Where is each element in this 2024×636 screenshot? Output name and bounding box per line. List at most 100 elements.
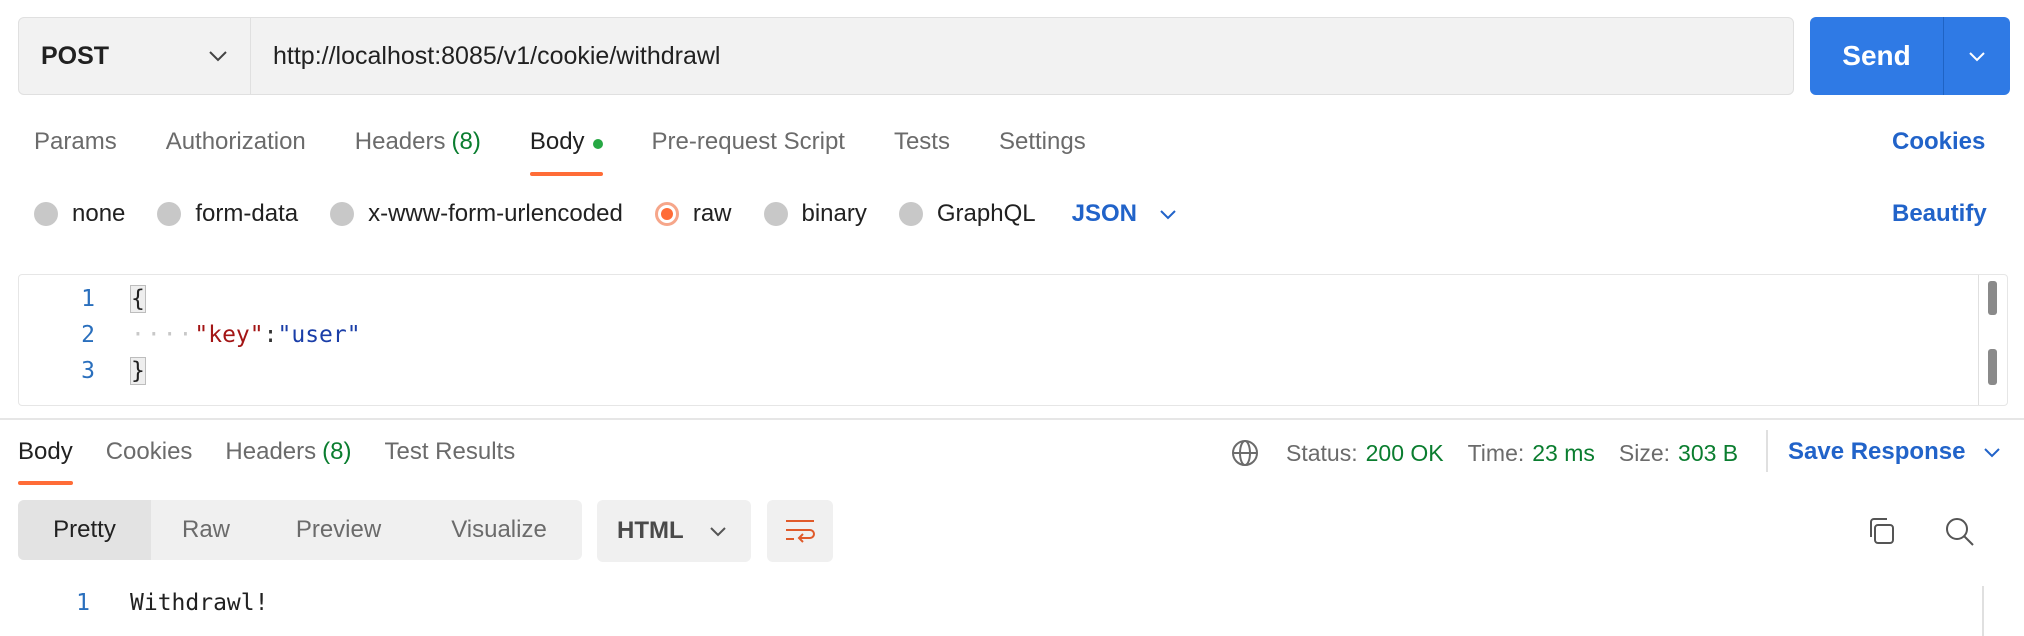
headers-count: (8) xyxy=(451,128,481,155)
radio-form-data[interactable]: form-data xyxy=(157,200,298,228)
radio-label: x-www-form-urlencoded xyxy=(368,200,623,227)
tab-label: Params xyxy=(34,128,117,155)
radio-label: GraphQL xyxy=(936,200,1036,227)
close-brace: } xyxy=(130,357,146,385)
tab-params[interactable]: Params xyxy=(34,128,117,176)
json-key: "key" xyxy=(194,322,264,348)
body-format-label: JSON xyxy=(1071,200,1137,227)
radio-graphql[interactable]: GraphQL xyxy=(898,200,1036,228)
tab-label: Authorization xyxy=(165,128,306,155)
code-content: { ····"key":"user" } xyxy=(130,281,361,389)
scrollbar-thumb[interactable] xyxy=(1988,281,1997,315)
radio-x-www-form-urlencoded[interactable]: x-www-form-urlencoded xyxy=(330,200,623,228)
radio-label: raw xyxy=(692,200,732,227)
status-value: 200 OK xyxy=(1365,439,1444,466)
tab-body[interactable]: Body xyxy=(529,128,603,176)
wrap-lines-button[interactable] xyxy=(767,500,833,562)
cookies-link[interactable]: Cookies xyxy=(1892,128,1985,156)
view-raw[interactable]: Raw xyxy=(151,500,261,560)
tab-authorization[interactable]: Authorization xyxy=(166,128,306,176)
size-label: Size: xyxy=(1618,439,1671,466)
tab-label: Body xyxy=(18,438,73,465)
line-number: 2 xyxy=(81,322,95,348)
method-label: POST xyxy=(41,41,110,70)
url-input[interactable]: http://localhost:8085/v1/cookie/withdraw… xyxy=(251,18,1793,94)
request-tabs: Params Authorization Headers (8) Body Pre… xyxy=(34,128,1135,176)
json-value: "user" xyxy=(277,322,361,348)
tab-label: Test Results xyxy=(384,438,516,465)
editor-scroll-track xyxy=(1977,275,1979,405)
tab-response-cookies[interactable]: Cookies xyxy=(106,438,193,484)
body-type-options: none form-data x-www-form-urlencoded raw… xyxy=(34,200,1177,228)
send-button-group: Send xyxy=(1810,17,2010,95)
separator xyxy=(1766,430,1768,472)
tab-label: Headers xyxy=(225,438,317,465)
radio-none[interactable]: none xyxy=(34,200,125,228)
time-label: Time: xyxy=(1467,439,1525,466)
chevron-down-icon xyxy=(1984,447,2001,457)
line-number: 3 xyxy=(81,358,95,384)
radio-binary[interactable]: binary xyxy=(763,200,867,228)
radio-label: form-data xyxy=(195,200,299,227)
url-bar: POST http://localhost:8085/v1/cookie/wit… xyxy=(18,17,1794,95)
tab-label: Pre-request Script xyxy=(651,128,845,155)
status-label: Status: xyxy=(1286,439,1358,466)
radio-circle-icon xyxy=(157,202,182,226)
radio-raw[interactable]: raw xyxy=(654,200,732,228)
tab-pre-request-script[interactable]: Pre-request Script xyxy=(652,128,845,176)
line-number: 1 xyxy=(76,590,90,616)
radio-label: none xyxy=(72,200,126,227)
radio-label: binary xyxy=(801,200,867,227)
size-value: 303 B xyxy=(1678,439,1739,466)
indent-whitespace: ···· xyxy=(131,322,195,348)
scrollbar-thumb[interactable] xyxy=(1988,349,1997,385)
tab-label: Body xyxy=(529,128,585,155)
request-body-editor[interactable]: 1 2 3 { ····"key":"user" } xyxy=(18,274,2008,406)
response-text: Withdrawl! xyxy=(130,590,269,616)
radio-circle-icon xyxy=(898,202,923,226)
beautify-button[interactable]: Beautify xyxy=(1892,200,1987,228)
pane-divider[interactable] xyxy=(0,418,2024,420)
radio-circle-icon xyxy=(34,202,58,226)
json-colon: : xyxy=(263,322,278,348)
send-options-button[interactable] xyxy=(1944,17,2010,95)
tab-tests[interactable]: Tests xyxy=(894,128,950,176)
chevron-down-icon xyxy=(1160,209,1176,219)
response-format-label: HTML xyxy=(617,517,684,544)
radio-selected-icon xyxy=(654,202,679,226)
view-visualize[interactable]: Visualize xyxy=(416,500,582,560)
view-preview[interactable]: Preview xyxy=(261,500,416,560)
time-value: 23 ms xyxy=(1532,439,1595,466)
response-meta: Status: 200 OK Time: 23 ms Size: 303 B xyxy=(1230,438,1762,468)
line-number: 1 xyxy=(81,286,95,312)
response-format-select[interactable]: HTML xyxy=(597,500,751,562)
tab-label: Cookies xyxy=(105,438,193,465)
tab-label: Headers xyxy=(354,128,446,155)
size-info[interactable]: Size: 303 B xyxy=(1619,440,1738,467)
radio-circle-icon xyxy=(763,202,788,226)
tab-response-body[interactable]: Body xyxy=(18,438,73,485)
headers-count: (8) xyxy=(322,438,352,465)
chevron-down-icon xyxy=(209,51,227,62)
wrap-lines-icon xyxy=(786,520,815,543)
chevron-down-icon xyxy=(710,526,726,536)
time-info[interactable]: Time: 23 ms xyxy=(1468,440,1595,467)
save-response-label: Save Response xyxy=(1788,438,1966,465)
save-response-button[interactable]: Save Response xyxy=(1788,438,2001,466)
view-pretty[interactable]: Pretty xyxy=(18,500,151,560)
tab-settings[interactable]: Settings xyxy=(999,128,1086,176)
search-icon[interactable] xyxy=(1944,516,1976,548)
method-select[interactable]: POST xyxy=(19,18,251,94)
line-numbers: 1 2 3 xyxy=(19,281,95,389)
send-button[interactable]: Send xyxy=(1810,17,1944,95)
globe-icon[interactable] xyxy=(1230,438,1260,468)
status-info[interactable]: Status: 200 OK xyxy=(1286,440,1444,467)
copy-icon[interactable] xyxy=(1866,516,1896,546)
tab-test-results[interactable]: Test Results xyxy=(384,438,515,484)
response-tabs: Body Cookies Headers (8) Test Results xyxy=(18,438,548,485)
tab-headers[interactable]: Headers (8) xyxy=(355,128,481,176)
radio-circle-icon xyxy=(330,202,355,226)
tab-response-headers[interactable]: Headers (8) xyxy=(225,438,351,484)
tab-label: Tests xyxy=(893,128,950,155)
body-format-select[interactable]: JSON xyxy=(1072,200,1177,228)
